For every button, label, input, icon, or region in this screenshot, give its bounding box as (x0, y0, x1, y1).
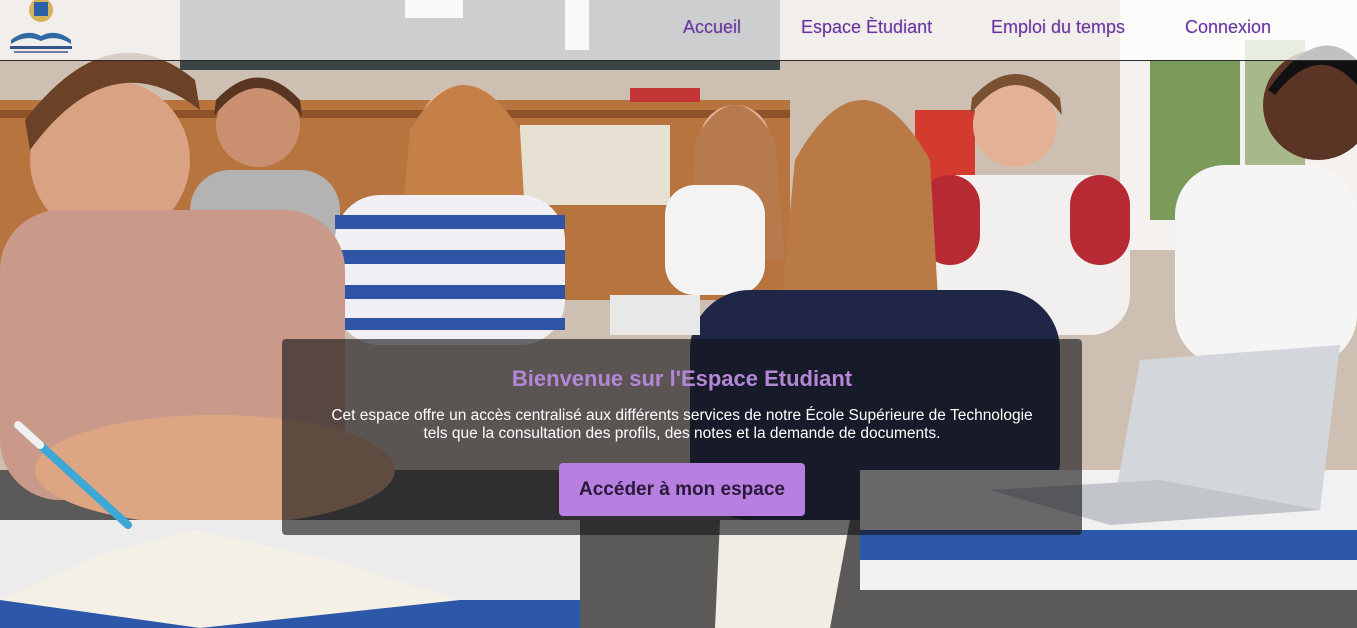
nav-link-connexion[interactable]: Connexion (1185, 17, 1271, 38)
welcome-description-line-2: tels que la consultation des profils, de… (423, 425, 941, 442)
welcome-card: Bienvenue sur l'Espace Etudiant Cet espa… (282, 339, 1082, 535)
welcome-description-line-1: Cet espace offre un accès centralisé aux… (331, 407, 1033, 424)
nav-link-espace-etudiant[interactable]: Espace Ètudiant (801, 17, 932, 38)
welcome-title: Bienvenue sur l'Espace Etudiant (511, 366, 853, 391)
nav-link-accueil[interactable]: Accueil (683, 17, 741, 38)
top-navigation-bar: Accueil Espace Ètudiant Emploi du temps … (0, 0, 1357, 61)
nav-link-emploi-du-temps[interactable]: Emploi du temps (991, 17, 1125, 38)
school-logo[interactable] (6, 0, 76, 58)
welcome-description: Cet espace offre un accès centralisé aux… (302, 407, 1062, 443)
access-my-space-button[interactable]: Accéder à mon espace (559, 463, 805, 516)
